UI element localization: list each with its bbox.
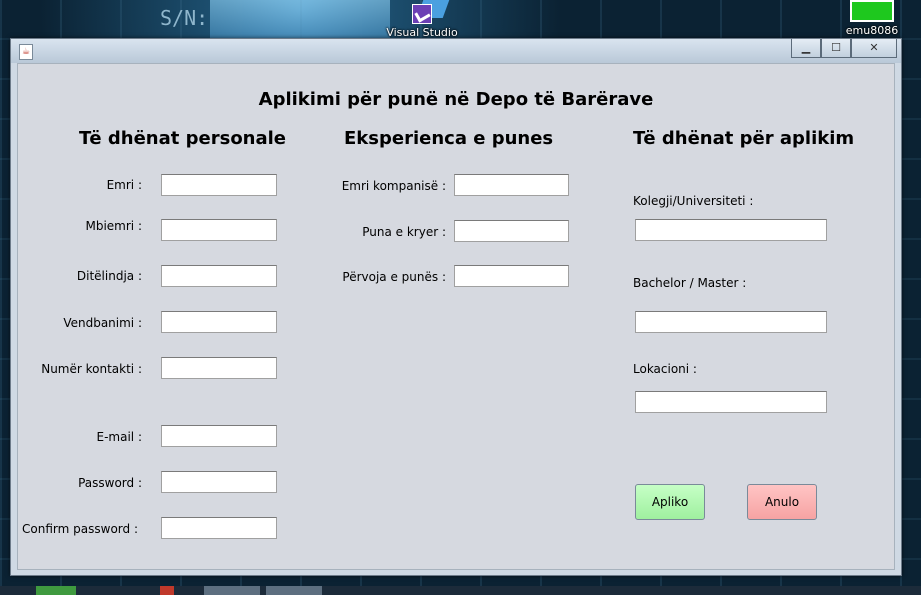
password-input[interactable] xyxy=(161,471,277,493)
first-name-input[interactable] xyxy=(161,174,277,196)
experience-section-heading: Eksperienca e punes xyxy=(344,128,554,149)
birthdate-input[interactable] xyxy=(161,265,277,287)
window-controls: ▁ ☐ ✕ xyxy=(791,39,897,59)
cancel-button[interactable]: Anulo xyxy=(747,484,817,520)
desktop-shortcut-label: emu8086 xyxy=(845,24,899,37)
taskbar xyxy=(0,586,921,595)
personal-section-heading: Të dhënat personale xyxy=(79,128,287,149)
visual-studio-icon xyxy=(412,4,432,24)
application-window: ☕ ▁ ☐ ✕ Aplikimi për punë në Depo të Bar… xyxy=(10,38,902,576)
degree-input[interactable] xyxy=(635,311,827,333)
maximize-button[interactable]: ☐ xyxy=(821,39,851,58)
location-label: Lokacioni : xyxy=(633,362,697,376)
company-name-label: Emri kompanisë : xyxy=(341,179,446,193)
work-done-label: Puna e kryer : xyxy=(362,225,446,239)
taskbar-item[interactable] xyxy=(204,586,260,595)
college-input[interactable] xyxy=(635,219,827,241)
degree-label: Bachelor / Master : xyxy=(633,276,747,290)
work-experience-input[interactable] xyxy=(454,265,569,287)
company-name-input[interactable] xyxy=(454,174,569,196)
application-section-heading: Të dhënat për aplikim xyxy=(633,128,855,149)
contact-number-label: Numër kontakti : xyxy=(41,362,142,376)
confirm-password-input[interactable] xyxy=(161,517,277,539)
desktop-shortcut-emu8086[interactable]: emu8086 xyxy=(842,0,902,37)
contact-number-input[interactable] xyxy=(161,357,277,379)
residence-input[interactable] xyxy=(161,311,277,333)
taskbar-item[interactable] xyxy=(36,586,76,595)
form-title: Aplikimi për punë në Depo të Barërave xyxy=(258,89,654,110)
desktop-wallpaper-text: S/N: xyxy=(160,6,209,30)
college-label: Kolegji/Universiteti : xyxy=(633,194,754,208)
work-experience-label: Përvoja e punës : xyxy=(342,270,446,284)
emu8086-icon xyxy=(850,0,894,22)
location-input[interactable] xyxy=(635,391,827,413)
password-label: Password : xyxy=(78,476,142,490)
taskbar-item[interactable] xyxy=(160,586,174,595)
apply-button[interactable]: Apliko xyxy=(635,484,705,520)
confirm-password-label: Confirm password : xyxy=(22,522,138,536)
desktop-wallpaper-panel xyxy=(210,0,390,40)
close-button[interactable]: ✕ xyxy=(851,39,897,58)
birthdate-label: Ditëlindja : xyxy=(76,269,142,283)
first-name-label: Emri : xyxy=(106,178,142,192)
last-name-label: Mbiemri : xyxy=(85,219,142,233)
minimize-button[interactable]: ▁ xyxy=(791,39,821,58)
taskbar-item[interactable] xyxy=(266,586,322,595)
email-input[interactable] xyxy=(161,425,277,447)
residence-label: Vendbanimi : xyxy=(63,316,142,330)
java-icon[interactable]: ☕ xyxy=(19,44,33,60)
last-name-input[interactable] xyxy=(161,219,277,241)
form-panel: Aplikimi për punë në Depo të Barërave Të… xyxy=(17,63,895,570)
email-label: E-mail : xyxy=(96,430,142,444)
work-done-input[interactable] xyxy=(454,220,569,242)
window-titlebar[interactable]: ☕ ▁ ☐ ✕ xyxy=(11,39,901,63)
desktop-shortcut-visual-studio[interactable]: Visual Studio xyxy=(386,4,458,39)
